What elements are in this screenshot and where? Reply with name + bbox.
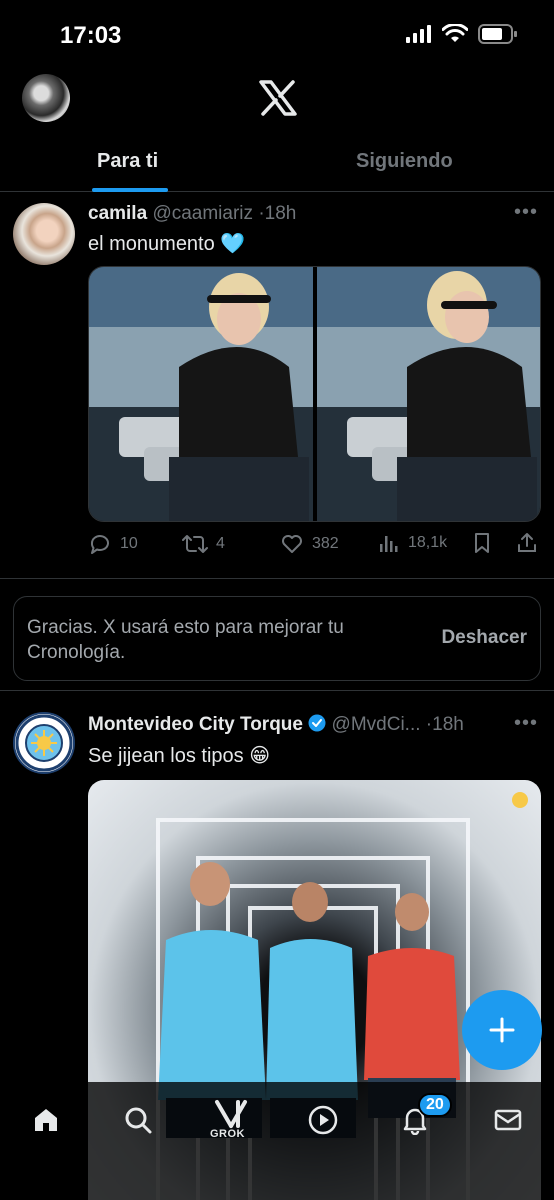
- photo-1-illustration: [89, 267, 313, 521]
- tweet-author-name[interactable]: camila: [88, 203, 147, 224]
- share-icon: [518, 533, 536, 552]
- grok-label: GROK: [210, 1128, 245, 1140]
- more-options-icon[interactable]: •••: [514, 201, 538, 224]
- nav-home[interactable]: [26, 1100, 66, 1140]
- tweet-header: Montevideo City Torque @MvdCi... ·18h: [88, 714, 464, 736]
- status-time: 17:03: [60, 22, 122, 49]
- retweet-count: 4: [216, 535, 225, 552]
- home-icon: [35, 1109, 57, 1131]
- tweet-media-grid[interactable]: [88, 266, 541, 522]
- grok-icon: [215, 1100, 247, 1128]
- share-button[interactable]: [516, 532, 538, 554]
- retweet-button[interactable]: 4: [182, 532, 225, 556]
- tweet-photo-1[interactable]: [89, 267, 313, 521]
- views-chart-icon: [380, 536, 398, 552]
- tweet-avatar[interactable]: [13, 203, 75, 265]
- nav-videos[interactable]: [303, 1100, 343, 1140]
- like-button[interactable]: 382: [280, 532, 339, 556]
- tweet-text: el monumento 🩵: [88, 233, 246, 255]
- timeline-tabs: Para ti Siguiendo: [0, 132, 554, 192]
- tweet-author-name[interactable]: Montevideo City Torque: [88, 714, 303, 735]
- reply-button[interactable]: 10: [88, 532, 138, 556]
- tweet-text: Se jijean los tipos 😁: [88, 745, 271, 767]
- bottom-navigation: [0, 1082, 554, 1200]
- nav-search[interactable]: [118, 1100, 158, 1140]
- tweet-actions: 10 4 382 18,1k: [88, 532, 538, 562]
- reply-count: 10: [120, 535, 138, 552]
- battery-icon: [478, 24, 517, 44]
- active-tab-indicator: [92, 188, 168, 192]
- compose-tweet-button[interactable]: [462, 990, 542, 1070]
- tweet-header: camila @caamiariz ·18h: [88, 203, 296, 225]
- feed-divider: [0, 690, 554, 691]
- plus-icon: [489, 1017, 515, 1043]
- bookmark-icon: [475, 533, 489, 553]
- tweet-time[interactable]: 18h: [265, 203, 297, 224]
- tab-para-ti[interactable]: Para ti: [97, 150, 158, 173]
- tweet-author-handle[interactable]: @caamiariz: [152, 203, 253, 224]
- tweet-avatar[interactable]: [13, 712, 75, 774]
- nav-messages[interactable]: [488, 1100, 528, 1140]
- views-count: 18,1k: [408, 534, 448, 551]
- club-crest-icon: [15, 714, 73, 772]
- status-icons: [406, 24, 518, 44]
- tweet-time[interactable]: 18h: [432, 714, 464, 735]
- wifi-icon: [442, 24, 468, 42]
- play-circle-icon: [308, 1105, 338, 1135]
- views-button[interactable]: 18,1k: [378, 532, 447, 554]
- feed-divider: [0, 578, 554, 579]
- x-logo-icon: [259, 80, 297, 116]
- notifications-badge: 20: [418, 1093, 452, 1117]
- status-bar: 17:03: [0, 0, 554, 72]
- like-count: 382: [312, 535, 339, 552]
- bookmark-button[interactable]: [472, 532, 492, 554]
- photo-2-illustration: [316, 267, 540, 521]
- feedback-message: Gracias. X usará esto para mejorar tu Cr…: [27, 617, 344, 663]
- tweet-photo-2[interactable]: [316, 267, 540, 521]
- feedback-notice: Gracias. X usará esto para mejorar tu Cr…: [13, 596, 541, 681]
- mail-icon: [494, 1109, 522, 1131]
- tab-siguiendo[interactable]: Siguiendo: [356, 150, 453, 173]
- verified-badge-icon: [308, 714, 326, 732]
- search-icon: [125, 1107, 152, 1134]
- more-options-icon[interactable]: •••: [514, 712, 538, 735]
- reply-icon: [90, 535, 109, 554]
- tweet-author-handle[interactable]: @MvdCi...: [332, 714, 421, 735]
- undo-button[interactable]: Deshacer: [441, 627, 527, 649]
- cellular-signal-icon: [406, 25, 431, 43]
- profile-avatar[interactable]: [22, 74, 70, 122]
- heart-icon: [282, 535, 302, 553]
- retweet-icon: [182, 535, 208, 553]
